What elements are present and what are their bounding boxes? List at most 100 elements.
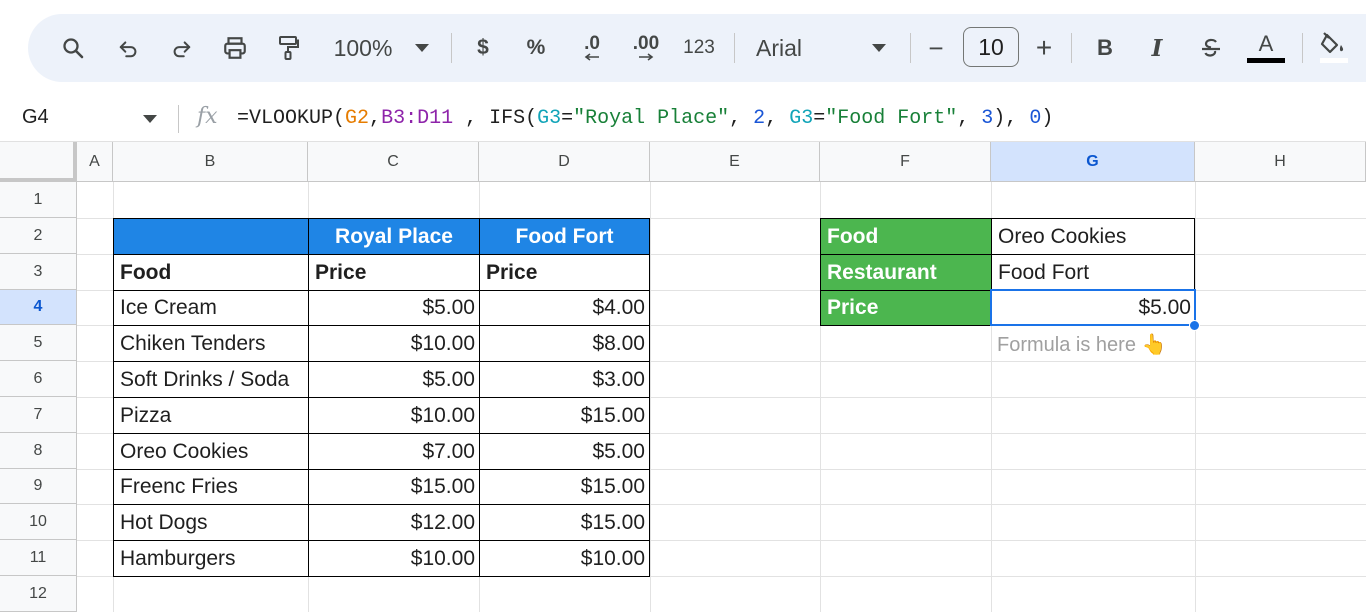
decrease-decimal-button[interactable]: .0	[574, 14, 610, 82]
cell-f3-restaurant-label[interactable]: Restaurant	[820, 254, 992, 291]
cell-f4-price-label[interactable]: Price	[820, 290, 992, 326]
cell-royal-price[interactable]: $10.00	[308, 325, 480, 362]
more-formats-button[interactable]: 123	[680, 14, 718, 82]
row-header-9[interactable]: 9	[0, 469, 77, 504]
cell-royal-price[interactable]: $5.00	[308, 290, 480, 326]
column-header-d[interactable]: D	[479, 142, 650, 182]
bold-button[interactable]: B	[1092, 14, 1118, 82]
arrow-right-icon	[639, 53, 654, 61]
cell-d2-food-fort-header[interactable]: Food Fort	[479, 218, 650, 255]
cell-g3-restaurant-value[interactable]: Food Fort	[991, 254, 1195, 291]
cell-b3-food-header[interactable]: Food	[113, 254, 309, 291]
cell-fort-price[interactable]: $15.00	[479, 397, 650, 434]
cell-fort-price[interactable]: $10.00	[479, 540, 650, 577]
column-header-b[interactable]: B	[113, 142, 308, 182]
select-all-corner[interactable]	[0, 142, 77, 182]
toolbar-divider	[1071, 33, 1072, 63]
column-header-h[interactable]: H	[1195, 142, 1366, 182]
cell-royal-price[interactable]: $12.00	[308, 504, 480, 541]
spreadsheet-grid: A B C D E F G H 1 2 3 4 5 6 7 8 9 10 11 …	[0, 142, 1366, 612]
italic-button[interactable]: I	[1144, 14, 1170, 82]
column-header-c[interactable]: C	[308, 142, 479, 182]
search-menus-icon[interactable]	[56, 14, 90, 82]
cell-royal-price[interactable]: $15.00	[308, 469, 480, 505]
cell-fort-price[interactable]: $4.00	[479, 290, 650, 326]
fill-color-icon[interactable]	[1314, 14, 1354, 82]
redo-icon[interactable]	[164, 14, 198, 82]
formula-part: ),	[993, 107, 1030, 130]
undo-icon[interactable]	[112, 14, 146, 82]
row-header-8[interactable]: 8	[0, 433, 77, 469]
cell-fort-price[interactable]: $3.00	[479, 361, 650, 398]
arrow-left-icon	[584, 53, 599, 61]
row-header-7[interactable]: 7	[0, 397, 77, 433]
column-header-g[interactable]: G	[991, 142, 1195, 182]
cell-food[interactable]: Freenc Fries	[113, 469, 309, 505]
name-box[interactable]: G4	[22, 106, 49, 129]
cell-food[interactable]: Hamburgers	[113, 540, 309, 577]
currency-format-button[interactable]: $	[470, 14, 496, 82]
formula-part: )	[1041, 107, 1054, 130]
increase-font-size-button[interactable]: +	[1031, 14, 1057, 82]
cell-fort-price[interactable]: $15.00	[479, 469, 650, 505]
print-icon[interactable]	[216, 14, 254, 82]
row-header-10[interactable]: 10	[0, 504, 77, 540]
font-dropdown-icon[interactable]	[868, 14, 890, 82]
formula-part: =	[813, 107, 826, 130]
percent-format-button[interactable]: %	[522, 14, 550, 82]
decrease-font-size-button[interactable]: −	[924, 14, 948, 82]
zoom-select[interactable]: 100%	[328, 14, 398, 82]
cell-royal-price[interactable]: $10.00	[308, 540, 480, 577]
formula-part: , IFS(	[453, 107, 538, 130]
cell-food[interactable]: Oreo Cookies	[113, 433, 309, 470]
formula-input[interactable]: =VLOOKUP(G2,B3:D11 , IFS(G3="Royal Place…	[237, 107, 1053, 130]
cell-g2-food-value[interactable]: Oreo Cookies	[991, 218, 1195, 255]
row-header-12[interactable]: 12	[0, 576, 77, 612]
currency-label: $	[477, 36, 489, 59]
cell-food[interactable]: Ice Cream	[113, 290, 309, 326]
cell-b2[interactable]	[113, 218, 309, 255]
row-header-2[interactable]: 2	[0, 218, 77, 254]
cell-g5-note[interactable]: Formula is here 👆	[991, 326, 1195, 362]
cell-fort-price[interactable]: $15.00	[479, 504, 650, 541]
formula-part: =	[561, 107, 574, 130]
cell-food[interactable]: Chiken Tenders	[113, 325, 309, 362]
cell-fort-price[interactable]: $8.00	[479, 325, 650, 362]
cell-food[interactable]: Soft Drinks / Soda	[113, 361, 309, 398]
row-header-4[interactable]: 4	[0, 290, 77, 325]
zoom-dropdown-icon[interactable]	[410, 14, 434, 82]
formula-part: ,	[729, 107, 754, 130]
column-header-e[interactable]: E	[650, 142, 820, 182]
formula-ref: G3	[789, 107, 814, 130]
cell-f2-food-label[interactable]: Food	[820, 218, 992, 255]
toolbar-divider	[451, 33, 452, 63]
more-formats-label: 123	[683, 37, 715, 58]
column-header-f[interactable]: F	[820, 142, 991, 182]
increase-decimal-button[interactable]: .00	[626, 14, 666, 82]
font-size-input[interactable]: 10	[963, 27, 1019, 67]
font-select[interactable]: Arial	[756, 14, 876, 82]
cell-royal-price[interactable]: $10.00	[308, 397, 480, 434]
row-header-1[interactable]: 1	[0, 182, 77, 218]
cell-c3-price-header[interactable]: Price	[308, 254, 480, 291]
cell-food[interactable]: Pizza	[113, 397, 309, 434]
name-box-dropdown-icon[interactable]	[143, 110, 157, 128]
formula-range: B3:D11	[381, 107, 454, 130]
cell-c2-royal-place-header[interactable]: Royal Place	[308, 218, 480, 255]
text-color-button[interactable]: A	[1246, 14, 1286, 82]
toolbar-divider	[1302, 33, 1303, 63]
cell-food[interactable]: Hot Dogs	[113, 504, 309, 541]
row-header-6[interactable]: 6	[0, 361, 77, 397]
formula-ref: G2	[345, 107, 370, 130]
row-header-3[interactable]: 3	[0, 254, 77, 290]
column-header-a[interactable]: A	[77, 142, 113, 182]
fx-icon: fx	[197, 104, 218, 129]
cell-royal-price[interactable]: $7.00	[308, 433, 480, 470]
strikethrough-icon[interactable]	[1196, 14, 1226, 82]
row-header-5[interactable]: 5	[0, 325, 77, 361]
row-header-11[interactable]: 11	[0, 540, 77, 576]
paint-format-icon[interactable]	[270, 14, 306, 82]
cell-d3-price-header[interactable]: Price	[479, 254, 650, 291]
cell-royal-price[interactable]: $5.00	[308, 361, 480, 398]
cell-fort-price[interactable]: $5.00	[479, 433, 650, 470]
